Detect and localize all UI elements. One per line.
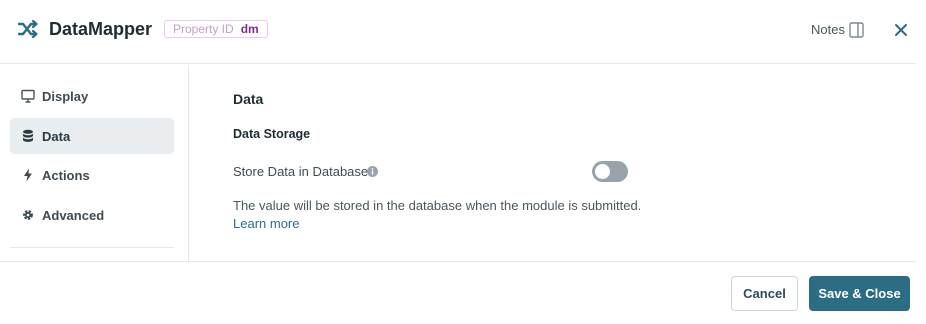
lightning-icon: [24, 168, 32, 182]
modal-footer: Cancel Save & Close: [0, 261, 916, 324]
gear-icon: [23, 210, 33, 220]
info-icon[interactable]: [367, 166, 378, 177]
property-id-label: Property ID: [173, 22, 234, 36]
panel-toggle-icon[interactable]: [849, 22, 864, 38]
section-title: Data: [233, 91, 264, 107]
sidebar-item-label: Advanced: [42, 207, 105, 223]
sidebar-item-data[interactable]: Data: [10, 118, 174, 154]
sidebar-item-label: Actions: [42, 167, 90, 183]
database-icon: [23, 129, 33, 142]
save-close-button[interactable]: Save & Close: [809, 276, 910, 311]
toggle-knob: [595, 164, 610, 179]
sidebar-item-advanced[interactable]: Advanced: [10, 197, 174, 233]
monitor-icon: [21, 89, 35, 103]
close-icon[interactable]: [893, 22, 909, 38]
modal-header: DataMapper Property ID dm Notes: [0, 0, 916, 64]
settings-panel: Data Data Storage Store Data in Database…: [190, 65, 916, 261]
learn-more-link[interactable]: Learn more: [233, 216, 299, 232]
property-id-value: dm: [240, 22, 259, 36]
notes-label[interactable]: Notes: [811, 22, 845, 38]
sidebar-divider: [10, 247, 174, 248]
cancel-button[interactable]: Cancel: [731, 276, 798, 311]
group-title: Data Storage: [233, 127, 311, 141]
shuffle-icon: [18, 20, 38, 38]
sidebar-item-label: Data: [42, 128, 71, 144]
help-text: The value will be stored in the database…: [233, 198, 642, 213]
sidebar-item-label: Display: [42, 88, 89, 104]
property-id-badge: Property ID dm: [164, 20, 268, 38]
page-title: DataMapper: [49, 19, 153, 39]
sidebar-item-display[interactable]: Display: [10, 78, 174, 114]
store-data-label: Store Data in Database: [233, 164, 369, 179]
store-data-toggle[interactable]: [592, 161, 628, 182]
settings-sidebar: Display Data Actions Advanced: [0, 65, 189, 261]
sidebar-item-actions[interactable]: Actions: [10, 157, 174, 193]
